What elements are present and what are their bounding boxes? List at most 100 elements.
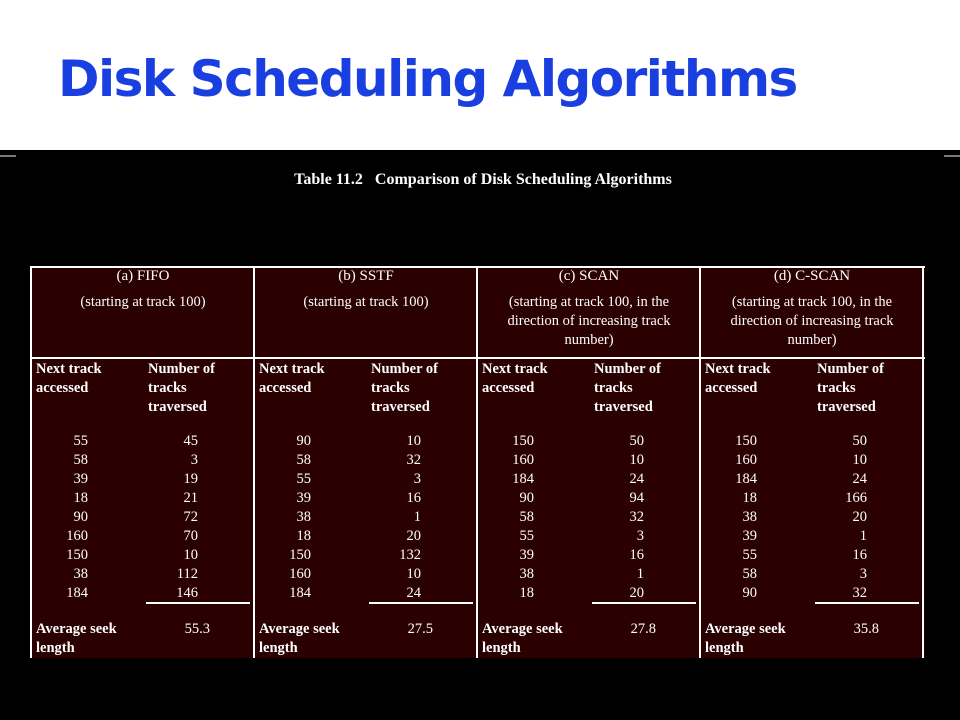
tracks-traversed-cell: 1 [636,566,644,582]
next-track-cell: 39 [296,490,312,506]
tracks-traversed-cell: 3 [190,452,198,468]
average-seek-value: 27.8 [630,621,656,637]
next-track-cell: 38 [742,509,758,525]
column-subtitle: (starting at track 100, in the direction… [730,294,894,348]
next-track-cell: 184 [66,585,88,601]
next-track-cell: 184 [512,471,534,487]
next-track-cell: 90 [519,490,535,506]
next-track-cell: 18 [519,585,535,601]
tracks-traversed-cell: 10 [406,566,422,582]
tracks-traversed-cell: 20 [629,585,645,601]
tracks-traversed-cell: 10 [629,452,645,468]
tracks-traversed-cell: 50 [852,433,868,449]
tracks-traversed-cell: 3 [636,528,644,544]
tracks-traversed-cell: 21 [183,490,199,506]
right-corner-tick [944,155,960,157]
tracks-traversed-cell: 19 [183,471,199,487]
next-track-cell: 55 [296,471,312,487]
next-track-cell: 160 [66,528,88,544]
algorithm-column: (b) SSTF (starting at track 100) Next trac… [255,266,475,658]
sum-rule [369,602,473,604]
next-track-cell: 58 [519,509,535,525]
next-track-cell: 58 [742,566,758,582]
slide-title: Disk Scheduling Algorithms [58,50,798,108]
tracks-traversed-cell: 24 [852,471,868,487]
next-track-cell: 39 [73,471,89,487]
tracks-traversed-cell: 32 [406,452,422,468]
tracks-traversed-cell: 1 [413,509,421,525]
next-track-cell: 38 [73,566,89,582]
algorithm-column: (d) C-SCAN (starting at track 100, in the… [701,266,921,658]
next-track-cell: 18 [296,528,312,544]
next-track-cell: 150 [512,433,534,449]
tracks-traversed-cell: 72 [183,509,199,525]
tracks-traversed-cell: 24 [629,471,645,487]
tracks-traversed-cell: 166 [845,490,867,506]
tracks-traversed-cell: 16 [629,547,645,563]
next-track-header: Next track accessed [482,361,548,396]
average-seek-label: Average seek length [482,621,563,656]
next-track-cell: 160 [289,566,311,582]
tracks-traversed-cell: 132 [399,547,421,563]
tracks-traversed-cell: 112 [176,566,198,582]
next-track-cell: 55 [73,433,89,449]
column-title: (b) SSTF [338,268,394,284]
next-track-cell: 90 [296,433,312,449]
table-caption: Table 11.2 Comparison of Disk Scheduling… [294,171,672,188]
column-title: (c) SCAN [558,268,620,284]
tracks-traversed-cell: 16 [852,547,868,563]
average-seek-value: 55.3 [184,621,210,637]
next-track-cell: 58 [73,452,89,468]
next-track-cell: 184 [289,585,311,601]
tracks-traversed-cell: 1 [859,528,867,544]
next-track-cell: 38 [296,509,312,525]
tracks-traversed-cell: 10 [852,452,868,468]
tracks-traversed-cell: 3 [859,566,867,582]
average-seek-value: 27.5 [407,621,433,637]
tracks-traversed-cell: 70 [183,528,199,544]
sum-rule [815,602,919,604]
next-track-cell: 184 [735,471,757,487]
average-seek-label: Average seek length [705,621,786,656]
next-track-cell: 58 [296,452,312,468]
tracks-traversed-cell: 146 [176,585,198,601]
next-track-cell: 160 [512,452,534,468]
next-track-header: Next track accessed [259,361,325,396]
tracks-traversed-cell: 24 [406,585,422,601]
next-track-cell: 55 [519,528,535,544]
tracks-traversed-cell: 50 [629,433,645,449]
next-track-cell: 90 [742,585,758,601]
tracks-traversed-header: Number of tracks traversed [371,361,438,415]
tracks-traversed-cell: 20 [406,528,422,544]
next-track-cell: 150 [289,547,311,563]
next-track-cell: 18 [73,490,89,506]
column-subtitle: (starting at track 100) [303,294,429,310]
tracks-traversed-cell: 32 [629,509,645,525]
tracks-traversed-header: Number of tracks traversed [817,361,884,415]
average-seek-label: Average seek length [259,621,340,656]
tracks-traversed-cell: 16 [406,490,422,506]
algorithm-column: (a) FIFO (starting at track 100) Next trac… [32,266,252,658]
average-seek-value: 35.8 [853,621,879,637]
tracks-traversed-cell: 10 [183,547,199,563]
next-track-cell: 18 [742,490,758,506]
next-track-cell: 38 [519,566,535,582]
sum-rule [592,602,696,604]
column-title: (d) C-SCAN [773,268,851,284]
next-track-cell: 39 [742,528,758,544]
left-corner-tick [0,155,16,157]
tracks-traversed-cell: 10 [406,433,422,449]
average-seek-label: Average seek length [36,621,117,656]
sum-rule [146,602,250,604]
next-track-header: Next track accessed [705,361,771,396]
tracks-traversed-header: Number of tracks traversed [148,361,215,415]
next-track-cell: 150 [66,547,88,563]
next-track-cell: 150 [735,433,757,449]
tracks-traversed-cell: 3 [413,471,421,487]
column-subtitle: (starting at track 100) [80,294,206,310]
next-track-cell: 55 [742,547,758,563]
tracks-traversed-header: Number of tracks traversed [594,361,661,415]
tracks-traversed-cell: 45 [183,433,199,449]
column-subtitle: (starting at track 100, in the direction… [507,294,671,348]
tracks-traversed-cell: 32 [852,585,868,601]
